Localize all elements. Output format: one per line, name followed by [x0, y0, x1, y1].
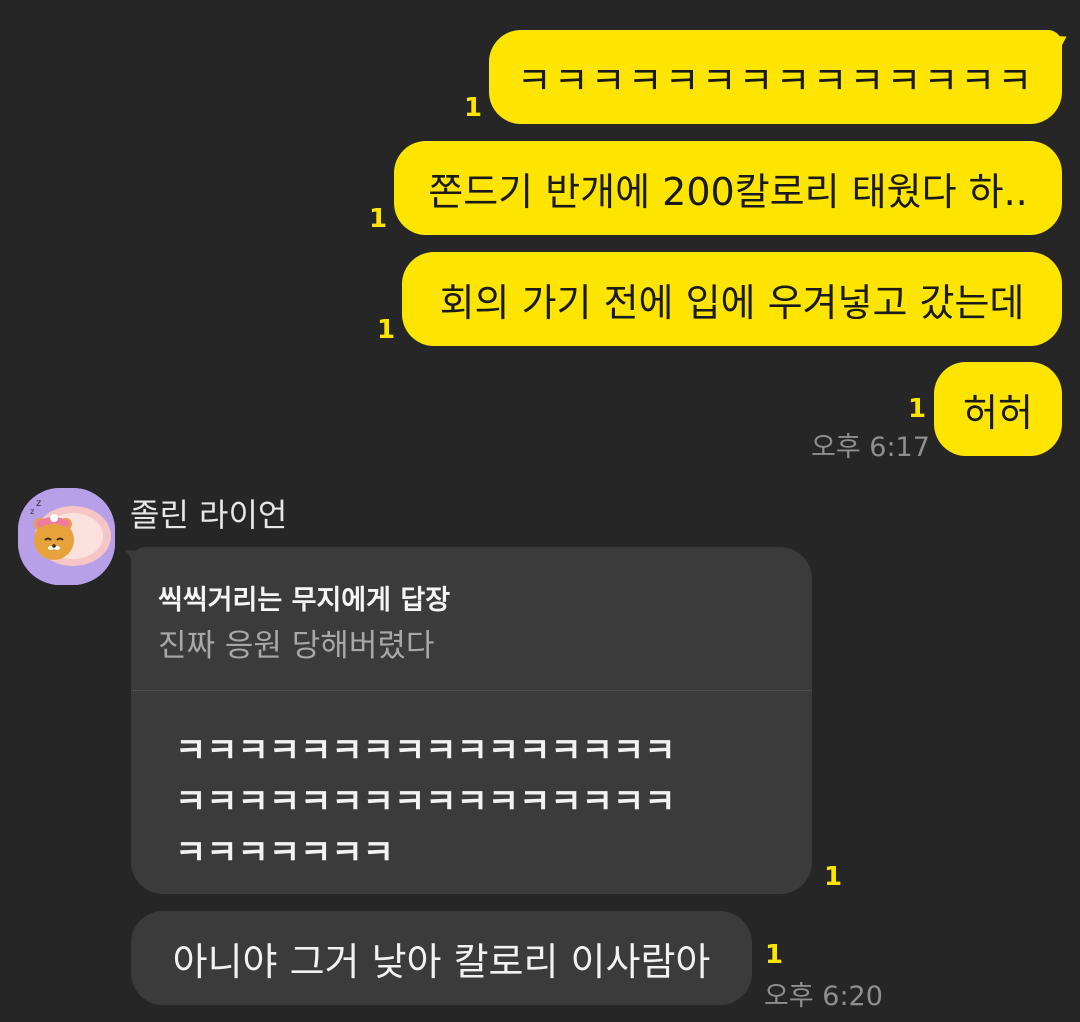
message-text: 쫀드기 반개에 200칼로리 태웠다 하.. [428, 169, 1028, 214]
their-message-bubble[interactable]: 아니야 그거 낮아 칼로리 이사람아 [131, 911, 752, 1005]
quoted-message[interactable]: 진짜 응원 당해버렸다 [158, 620, 434, 665]
unread-count: 1 [824, 862, 843, 892]
message-time: 오후 6:20 [764, 981, 883, 1012]
message-time: 오후 6:17 [811, 432, 930, 463]
unread-count: 1 [464, 93, 483, 123]
unread-count: 1 [765, 940, 784, 970]
message-text: 허허 [963, 390, 1033, 435]
svg-text:z: z [30, 507, 34, 516]
message-text: 아니야 그거 낮아 칼로리 이사람아 [172, 939, 711, 984]
sender-name: 졸린 라이언 [130, 496, 288, 534]
message-text-line: ㅋㅋㅋㅋㅋㅋㅋㅋㅋㅋㅋㅋㅋㅋㅋㅋ [175, 731, 676, 771]
my-message-bubble[interactable]: 회의 가기 전에 입에 우겨넣고 갔는데 [402, 252, 1062, 346]
reply-header: 씩씩거리는 무지에게 답장 [158, 585, 451, 616]
my-message-bubble[interactable]: ㅋㅋㅋㅋㅋㅋㅋㅋㅋㅋㅋㅋㅋㅋ [489, 30, 1062, 124]
avatar[interactable]: z z [18, 488, 115, 585]
message-text-line: ㅋㅋㅋㅋㅋㅋㅋㅋㅋㅋㅋㅋㅋㅋㅋㅋ [175, 782, 676, 822]
my-message-bubble[interactable]: 허허 [934, 362, 1062, 456]
my-message-bubble[interactable]: 쫀드기 반개에 200칼로리 태웠다 하.. [394, 141, 1062, 235]
ryan-sleeping-icon: z z [18, 488, 115, 585]
unread-count: 1 [369, 204, 388, 234]
message-text: 회의 가기 전에 입에 우겨넣고 갔는데 [439, 280, 1025, 325]
unread-count: 1 [377, 315, 396, 345]
message-text: ㅋㅋㅋㅋㅋㅋㅋㅋㅋㅋㅋㅋㅋㅋ [516, 58, 1035, 103]
divider [131, 690, 812, 691]
unread-count: 1 [908, 394, 927, 424]
svg-text:z: z [36, 498, 41, 509]
message-text-line: ㅋㅋㅋㅋㅋㅋㅋ [175, 833, 394, 873]
